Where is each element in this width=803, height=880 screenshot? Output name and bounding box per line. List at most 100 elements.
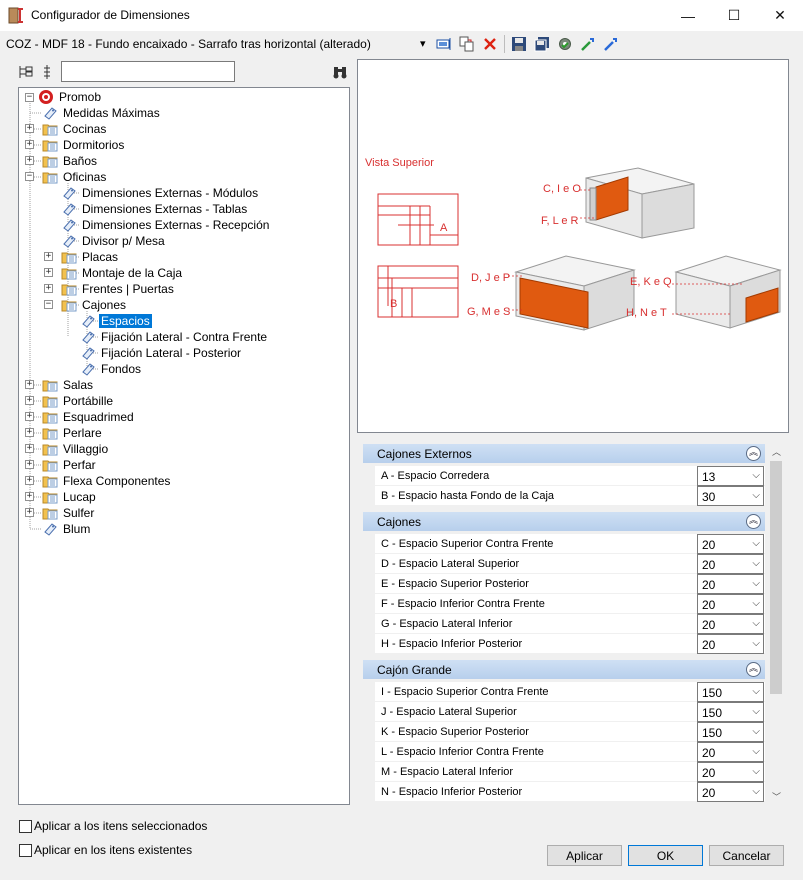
apply-existing-checkbox[interactable] (19, 844, 32, 857)
collapse-tree-icon[interactable] (17, 63, 35, 81)
scroll-up-icon[interactable]: ︿ (772, 445, 781, 458)
close-button[interactable]: ✕ (757, 0, 803, 31)
item-selector-combo[interactable]: COZ - MDF 18 - Fundo encaixado - Sarrafo… (6, 37, 371, 51)
tree-root-promob[interactable]: − Promob (25, 89, 103, 105)
property-group-header[interactable]: Cajones Externos ︽ (363, 444, 765, 463)
tree-item[interactable]: Oficinas (42, 169, 108, 185)
settings-icon[interactable] (556, 35, 574, 53)
property-value-dropdown[interactable]: 20 ⌵ (697, 594, 764, 614)
tree-item[interactable]: Portábille (42, 393, 115, 409)
expand-toggle[interactable]: + (25, 508, 34, 517)
expand-toggle[interactable]: + (25, 124, 34, 133)
tree-item[interactable]: Fijación Lateral - Posterior (80, 345, 243, 361)
tree-item[interactable]: Cajones (61, 297, 128, 313)
expand-toggle[interactable]: + (25, 428, 34, 437)
save-icon[interactable] (510, 35, 528, 53)
expand-tree-icon[interactable] (38, 63, 56, 81)
scroll-thumb[interactable] (770, 461, 782, 694)
collapse-toggle[interactable]: − (44, 300, 53, 309)
collapse-toggle[interactable]: − (25, 92, 34, 102)
chevron-down-icon[interactable]: ⌵ (752, 598, 760, 609)
search-input[interactable] (61, 61, 235, 82)
chevron-down-icon[interactable]: ⌵ (752, 490, 760, 501)
property-value-dropdown[interactable]: 20 ⌵ (697, 554, 764, 574)
property-value-dropdown[interactable]: 150 ⌵ (697, 702, 764, 722)
tree-item[interactable]: Montaje de la Caja (61, 265, 184, 281)
ok-button[interactable]: OK (628, 845, 703, 866)
tree-item[interactable]: Baños (42, 153, 99, 169)
tree-item[interactable]: Cocinas (42, 121, 108, 137)
tree-item[interactable]: Blum (42, 521, 92, 537)
export-icon[interactable] (602, 35, 620, 53)
tree-item[interactable]: Flexa Componentes (42, 473, 172, 489)
property-value-dropdown[interactable]: 20 ⌵ (697, 782, 764, 802)
tree-item[interactable]: Dormitorios (42, 137, 126, 153)
collapse-group-icon[interactable]: ︽ (746, 662, 761, 677)
tree-item[interactable]: Lucap (42, 489, 98, 505)
chevron-down-icon[interactable]: ⌵ (752, 558, 760, 569)
property-group-header[interactable]: Cajón Grande ︽ (363, 660, 765, 679)
apply-selected-checkbox[interactable] (19, 820, 32, 833)
delete-icon[interactable] (481, 35, 499, 53)
tree-item[interactable]: Sulfer (42, 505, 96, 521)
property-group-header[interactable]: Cajones ︽ (363, 512, 765, 531)
chevron-down-icon[interactable]: ⌵ (752, 686, 760, 697)
minimize-button[interactable]: — (665, 0, 711, 31)
expand-toggle[interactable]: + (25, 444, 34, 453)
tree-item[interactable]: Dimensiones Externas - Tablas (61, 201, 249, 217)
expand-toggle[interactable]: + (44, 284, 53, 293)
property-value-dropdown[interactable]: 150 ⌵ (697, 682, 764, 702)
chevron-down-icon[interactable]: ⌵ (752, 706, 760, 717)
expand-toggle[interactable]: + (25, 380, 34, 389)
import-icon[interactable] (579, 35, 597, 53)
tree-item[interactable]: Fijación Lateral - Contra Frente (80, 329, 269, 345)
copy-item-icon[interactable] (458, 35, 476, 53)
property-value-dropdown[interactable]: 20 ⌵ (697, 614, 764, 634)
apply-button[interactable]: Aplicar (547, 845, 622, 866)
property-value-dropdown[interactable]: 150 ⌵ (697, 722, 764, 742)
expand-toggle[interactable]: + (25, 156, 34, 165)
maximize-button[interactable]: ☐ (711, 0, 757, 31)
tree-item[interactable]: Perlare (42, 425, 104, 441)
property-value-dropdown[interactable]: 20 ⌵ (697, 742, 764, 762)
expand-toggle[interactable]: + (44, 268, 53, 277)
collapse-toggle[interactable]: − (25, 172, 34, 181)
binoculars-icon[interactable] (331, 63, 349, 81)
tree-item[interactable]: Frentes | Puertas (61, 281, 176, 297)
expand-toggle[interactable]: + (25, 140, 34, 149)
property-value-dropdown[interactable]: 13 ⌵ (697, 466, 764, 486)
property-value-dropdown[interactable]: 20 ⌵ (697, 574, 764, 594)
property-value-dropdown[interactable]: 20 ⌵ (697, 534, 764, 554)
cancel-button[interactable]: Cancelar (709, 845, 784, 866)
expand-toggle[interactable]: + (44, 252, 53, 261)
tree-item[interactable]: Fondos (80, 361, 143, 377)
property-value-dropdown[interactable]: 30 ⌵ (697, 486, 764, 506)
chevron-down-icon[interactable]: ⌵ (752, 638, 760, 649)
property-value-dropdown[interactable]: 20 ⌵ (697, 634, 764, 654)
tree-item[interactable]: Villaggio (42, 441, 110, 457)
select-item-icon[interactable] (435, 35, 453, 53)
tree-item[interactable]: Perfar (42, 457, 98, 473)
chevron-down-icon[interactable]: ⌵ (752, 618, 760, 629)
chevron-down-icon[interactable]: ⌵ (752, 578, 760, 589)
tree-item[interactable]: Salas (42, 377, 95, 393)
collapse-group-icon[interactable]: ︽ (746, 514, 761, 529)
chevron-down-icon[interactable]: ⌵ (752, 746, 760, 757)
tree-item[interactable]: Dimensiones Externas - Recepción (61, 217, 271, 233)
save-all-icon[interactable] (533, 35, 551, 53)
tree-item[interactable]: Divisor p/ Mesa (61, 233, 167, 249)
chevron-down-icon[interactable]: ⌵ (752, 766, 760, 777)
tree-item[interactable]: Espacios (80, 313, 152, 329)
tree-item[interactable]: Dimensiones Externas - Módulos (61, 185, 260, 201)
chevron-down-icon[interactable]: ▾ (420, 37, 426, 50)
expand-toggle[interactable]: + (25, 460, 34, 469)
tree-item[interactable]: Placas (61, 249, 120, 265)
expand-toggle[interactable]: + (25, 396, 34, 405)
expand-toggle[interactable]: + (25, 476, 34, 485)
tree-item[interactable]: Esquadrimed (42, 409, 136, 425)
tree-item[interactable]: Medidas Máximas (42, 105, 162, 121)
property-value-dropdown[interactable]: 20 ⌵ (697, 762, 764, 782)
expand-toggle[interactable]: + (25, 412, 34, 421)
chevron-down-icon[interactable]: ⌵ (752, 786, 760, 797)
chevron-down-icon[interactable]: ⌵ (752, 538, 760, 549)
